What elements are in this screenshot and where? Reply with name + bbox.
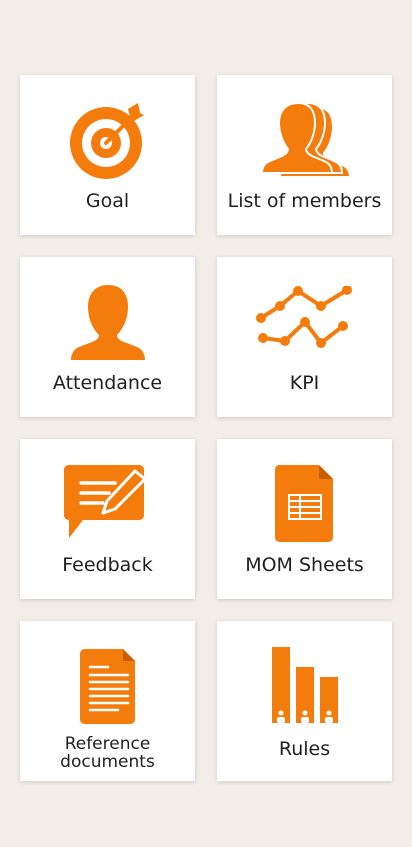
menu-grid: Goal List of members Attendance KPI Feed…	[20, 75, 392, 781]
tile-label: Attendance	[52, 372, 163, 394]
tile-mom-sheets[interactable]: MOM Sheets	[217, 439, 392, 599]
line-chart-icon	[217, 279, 392, 363]
tile-label: Reference documents	[60, 734, 155, 772]
tile-rules[interactable]: Rules	[217, 621, 392, 781]
tile-label: Goal	[85, 190, 130, 212]
tile-list-of-members[interactable]: List of members	[217, 75, 392, 235]
tile-label: KPI	[289, 372, 320, 394]
tile-feedback[interactable]: Feedback	[20, 439, 195, 599]
tile-reference-documents[interactable]: Reference documents	[20, 621, 195, 781]
tile-label: List of members	[227, 190, 382, 212]
person-icon	[20, 279, 195, 363]
feedback-icon	[20, 461, 195, 545]
spreadsheet-icon	[217, 461, 392, 545]
tile-label: MOM Sheets	[245, 554, 364, 576]
members-icon	[217, 97, 392, 181]
target-icon	[20, 97, 195, 181]
bar-chart-icon	[217, 643, 392, 727]
tile-label: Feedback	[62, 554, 153, 576]
tile-goal[interactable]: Goal	[20, 75, 195, 235]
tile-label: Rules	[278, 738, 331, 760]
document-icon	[20, 643, 195, 727]
tile-kpi[interactable]: KPI	[217, 257, 392, 417]
tile-attendance[interactable]: Attendance	[20, 257, 195, 417]
